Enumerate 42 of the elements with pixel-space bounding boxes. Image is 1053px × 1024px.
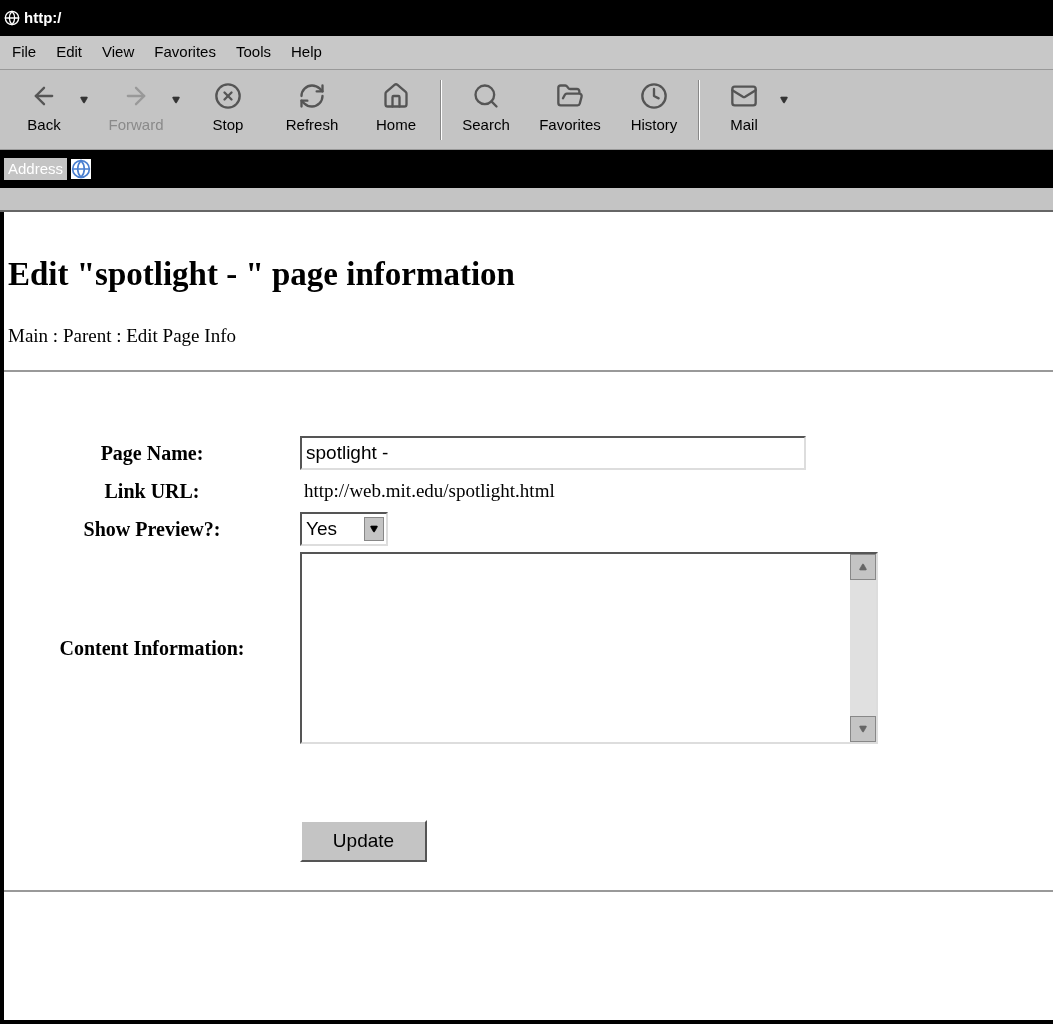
toolbar-button[interactable]: Back: [8, 82, 80, 137]
toolbar-button[interactable]: Favorites: [534, 82, 606, 137]
field-label: Content Information:: [58, 636, 246, 661]
house-icon: [382, 82, 410, 111]
menu-item[interactable]: Tools: [235, 41, 271, 64]
breadcrumb: Main : Parent : Edit Page Info: [8, 323, 237, 348]
caret-icon[interactable]: [80, 95, 88, 104]
search-icon: [472, 82, 500, 111]
field-label: Link URL:: [103, 479, 201, 504]
toolbar-button[interactable]: Stop: [192, 82, 264, 137]
address-label: Address: [4, 157, 68, 181]
page-name-field[interactable]: spotlight -: [300, 436, 806, 470]
dropdown-button[interactable]: [364, 517, 384, 541]
menu-item[interactable]: Edit: [56, 41, 83, 64]
window-title: http:/: [24, 7, 62, 28]
toolbar-button[interactable]: Home: [360, 82, 432, 137]
globe-icon: [71, 159, 92, 179]
close-circle-icon: [214, 82, 242, 111]
menu-item[interactable]: Help: [291, 41, 322, 64]
menu-item[interactable]: Favorites: [154, 41, 216, 64]
menu-item[interactable]: View: [102, 41, 135, 64]
scroll-up-button[interactable]: [850, 554, 876, 580]
toolbar-button[interactable]: Mail: [708, 82, 780, 137]
scrollbar[interactable]: [850, 554, 876, 742]
refresh-icon: [298, 82, 326, 111]
preview-select[interactable]: Yes: [300, 512, 388, 546]
caret-icon[interactable]: [780, 95, 788, 104]
menu-item[interactable]: File: [12, 41, 37, 64]
up-triangle-icon: [859, 563, 867, 571]
page-icon: [4, 10, 20, 26]
toolbar-button[interactable]: History: [618, 82, 690, 137]
field-label: Show Preview?:: [82, 517, 222, 542]
page-heading: Edit "spotlight - " page information: [8, 255, 516, 294]
link-url: http://web.mit.edu/spotlight.html: [304, 478, 556, 503]
update-button[interactable]: Update: [300, 820, 427, 862]
clock-icon: [640, 82, 668, 111]
scroll-down-button[interactable]: [850, 716, 876, 742]
caret-icon: [370, 525, 378, 533]
toolbar-button[interactable]: Search: [450, 82, 522, 137]
field-label: Page Name:: [99, 441, 205, 467]
toolbar-button[interactable]: Refresh: [276, 82, 348, 137]
down-triangle-icon: [859, 725, 867, 733]
